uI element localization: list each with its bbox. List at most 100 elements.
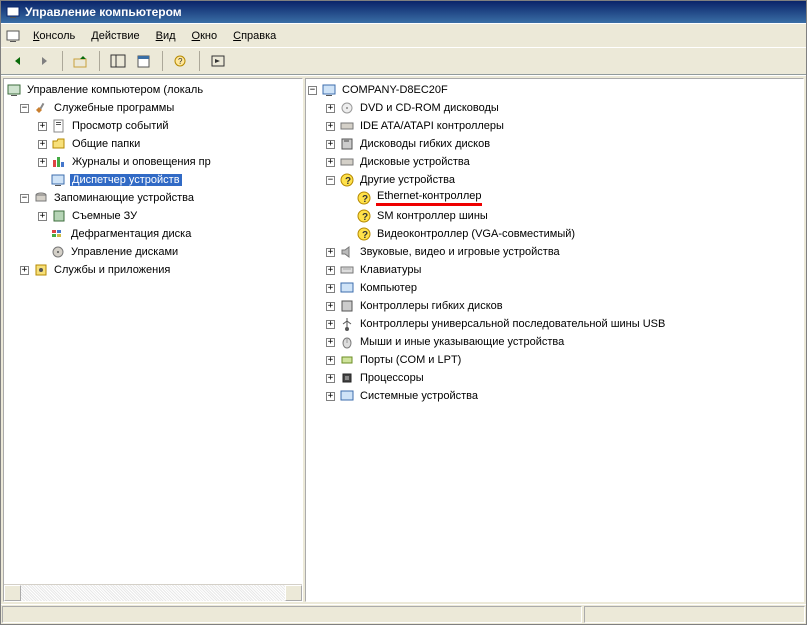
device-root[interactable]: − COMPANY-D8EC20F [308, 81, 803, 99]
tree-system-tools[interactable]: − Служебные программы [6, 99, 302, 117]
expand-icon[interactable]: + [326, 140, 335, 149]
tree-label: Просмотр событий [71, 120, 170, 132]
tree-event-viewer[interactable]: + Просмотр событий [6, 117, 302, 135]
tree-disk-mgmt[interactable]: Управление дисками [6, 243, 302, 261]
menu-help[interactable]: Справка [225, 28, 284, 44]
tree-label: Видеоконтроллер (VGA-совместимый) [376, 228, 576, 240]
collapse-icon[interactable]: − [308, 86, 317, 95]
right-pane: − COMPANY-D8EC20F + DVD и CD-ROM дисково… [305, 78, 804, 602]
sound-icon [339, 244, 355, 260]
expand-icon[interactable]: + [20, 266, 29, 275]
help-button[interactable]: ? [170, 50, 192, 72]
device-tree[interactable]: − COMPANY-D8EC20F + DVD и CD-ROM дисково… [306, 79, 803, 407]
tree-label: Диспетчер устройств [70, 174, 182, 186]
expand-icon[interactable]: + [326, 284, 335, 293]
tree-device-manager[interactable]: Диспетчер устройств [6, 171, 302, 189]
usb-icon [339, 316, 355, 332]
ide-icon [339, 118, 355, 134]
expand-icon[interactable]: + [326, 104, 335, 113]
tree-root[interactable]: Управление компьютером (локаль [6, 81, 302, 99]
expand-icon[interactable]: + [326, 374, 335, 383]
tree-removable[interactable]: + Съемные ЗУ [6, 207, 302, 225]
tree-label: Другие устройства [359, 174, 456, 186]
svg-text:?: ? [362, 230, 368, 241]
services-icon [33, 262, 49, 278]
collapse-icon[interactable]: − [20, 194, 29, 203]
device-computer[interactable]: + Компьютер [308, 279, 803, 297]
disk-icon [339, 154, 355, 170]
menu-view[interactable]: Вид [148, 28, 184, 44]
forward-button[interactable] [33, 50, 55, 72]
device-dvd[interactable]: + DVD и CD-ROM дисководы [308, 99, 803, 117]
scroll-right-button[interactable] [285, 585, 302, 601]
show-hide-tree-button[interactable] [107, 50, 129, 72]
expand-icon[interactable]: + [326, 356, 335, 365]
expand-icon[interactable]: + [326, 392, 335, 401]
device-keyboards[interactable]: + Клавиатуры [308, 261, 803, 279]
tree-label: COMPANY-D8EC20F [341, 84, 449, 96]
tree-label: Съемные ЗУ [71, 210, 138, 222]
computer-icon [321, 82, 337, 98]
tree-defrag[interactable]: Дефрагментация диска [6, 225, 302, 243]
titlebar[interactable]: Управление компьютером [1, 1, 806, 23]
warning-icon: ? [356, 190, 372, 206]
tree-shared-folders[interactable]: + Общие папки [6, 135, 302, 153]
expand-icon[interactable]: + [38, 158, 47, 167]
device-other[interactable]: − ? Другие устройства [308, 171, 803, 189]
left-scrollbar[interactable] [4, 584, 302, 601]
scroll-left-button[interactable] [4, 585, 21, 601]
collapse-icon[interactable]: − [326, 176, 335, 185]
device-video[interactable]: ? Видеоконтроллер (VGA-совместимый) [308, 225, 803, 243]
expand-icon[interactable]: + [326, 302, 335, 311]
device-ports[interactable]: + Порты (COM и LPT) [308, 351, 803, 369]
defrag-icon [50, 226, 66, 242]
app-icon [5, 4, 21, 20]
svg-text:?: ? [362, 212, 368, 223]
expand-icon[interactable]: + [326, 122, 335, 131]
back-button[interactable] [7, 50, 29, 72]
tree-services[interactable]: + Службы и приложения [6, 261, 302, 279]
shared-folders-icon [51, 136, 67, 152]
properties-button[interactable] [133, 50, 155, 72]
tree-perf-logs[interactable]: + Журналы и оповещения пр [6, 153, 302, 171]
tree-label: IDE ATA/ATAPI контроллеры [359, 120, 505, 132]
tree-label: Клавиатуры [359, 264, 422, 276]
tree-label: Системные устройства [359, 390, 479, 402]
extra-button[interactable] [207, 50, 229, 72]
status-cell [2, 606, 582, 623]
toolbar: ? [1, 47, 806, 75]
device-system[interactable]: + Системные устройства [308, 387, 803, 405]
up-button[interactable] [70, 50, 92, 72]
device-sound[interactable]: + Звуковые, видео и игровые устройства [308, 243, 803, 261]
expand-icon[interactable]: + [326, 338, 335, 347]
expand-icon[interactable]: + [326, 266, 335, 275]
device-sm-bus[interactable]: ? SM контроллер шины [308, 207, 803, 225]
tree-label: Дисковые устройства [359, 156, 471, 168]
menu-window[interactable]: Окно [184, 28, 226, 44]
device-usb[interactable]: + Контроллеры универсальной последовател… [308, 315, 803, 333]
expand-icon[interactable]: + [326, 158, 335, 167]
window-title: Управление компьютером [25, 5, 182, 19]
expand-icon[interactable]: + [38, 212, 47, 221]
collapse-icon[interactable]: − [20, 104, 29, 113]
menu-console[interactable]: Консоль [25, 28, 83, 44]
tree-storage[interactable]: − Запоминающие устройства [6, 189, 302, 207]
expand-icon[interactable]: + [38, 122, 47, 131]
device-cpu[interactable]: + Процессоры [308, 369, 803, 387]
expand-icon[interactable]: + [38, 140, 47, 149]
device-mice[interactable]: + Мыши и иные указывающие устройства [308, 333, 803, 351]
menu-action[interactable]: Действие [83, 28, 147, 44]
floppy-ctrl-icon [339, 298, 355, 314]
device-floppy-drives[interactable]: + Дисководы гибких дисков [308, 135, 803, 153]
device-ethernet[interactable]: ? Ethernet-контроллер [308, 189, 803, 207]
device-ide[interactable]: + IDE ATA/ATAPI контроллеры [308, 117, 803, 135]
device-floppy-ctrl[interactable]: + Контроллеры гибких дисков [308, 297, 803, 315]
computer-icon [339, 280, 355, 296]
left-pane: Управление компьютером (локаль − Служебн… [3, 78, 303, 602]
device-disk-drives[interactable]: + Дисковые устройства [308, 153, 803, 171]
expand-icon[interactable]: + [326, 320, 335, 329]
expand-icon[interactable]: + [326, 248, 335, 257]
svg-text:?: ? [345, 176, 351, 187]
scroll-track[interactable] [21, 585, 285, 601]
console-tree[interactable]: Управление компьютером (локаль − Служебн… [4, 79, 302, 281]
